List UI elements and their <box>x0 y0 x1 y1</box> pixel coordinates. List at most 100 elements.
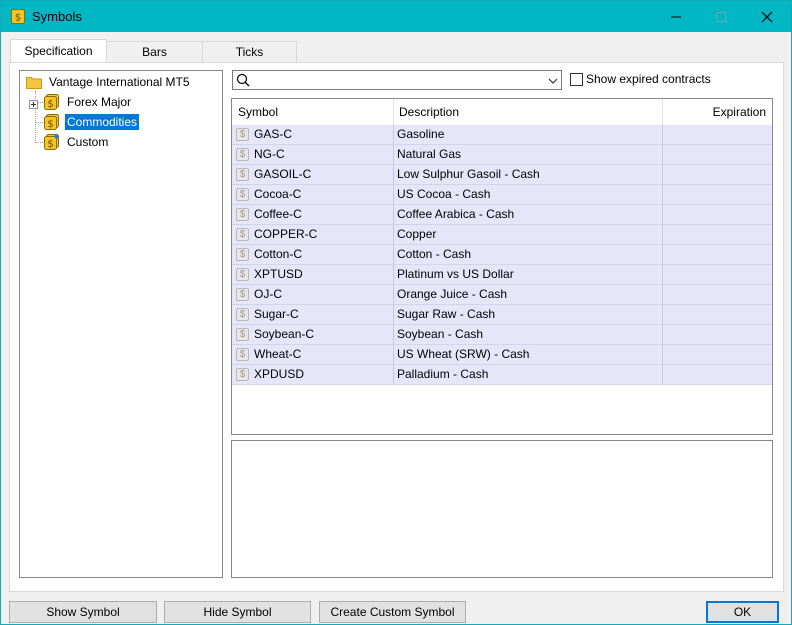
tree-item-root[interactable]: Vantage International MT5 <box>26 73 192 91</box>
cell-expiration <box>663 265 772 284</box>
cell-description: US Cocoa - Cash <box>394 185 663 204</box>
cell-expiration <box>663 365 772 384</box>
cell-expiration <box>663 245 772 264</box>
cell-description-text: Low Sulphur Gasoil - Cash <box>397 167 540 181</box>
symbol-dollar-icon: $ <box>236 168 249 181</box>
column-header-expiration[interactable]: Expiration <box>663 99 772 125</box>
table-row[interactable]: Sugar-C $ Sugar Raw - Cash <box>232 305 772 325</box>
cell-symbol: Cotton-C $ <box>232 245 394 264</box>
cell-symbol-text: OJ-C <box>254 287 282 301</box>
symbol-dollar-icon: $ <box>236 208 249 221</box>
create-custom-symbol-button[interactable]: Create Custom Symbol <box>319 601 466 623</box>
table-row[interactable]: GASOIL-C $ Low Sulphur Gasoil - Cash <box>232 165 772 185</box>
title-bar[interactable]: $ Symbols <box>1 1 791 32</box>
table-header: Symbol Description Expiration <box>232 99 772 125</box>
cell-symbol-text: Sugar-C <box>254 307 299 321</box>
dollar-group-icon: $ <box>44 94 59 110</box>
table-row[interactable]: OJ-C $ Orange Juice - Cash <box>232 285 772 305</box>
cell-symbol-text: XPTUSD <box>254 267 303 281</box>
cell-symbol-text: GASOIL-C <box>254 167 312 181</box>
cell-expiration <box>663 145 772 164</box>
tree-item-custom[interactable]: $ Custom <box>44 133 110 151</box>
symbols-table[interactable]: Symbol Description Expiration GAS-C $ Gaso… <box>231 98 773 435</box>
search-input[interactable] <box>255 72 535 88</box>
cell-description: Copper <box>394 225 663 244</box>
table-row[interactable]: Soybean-C $ Soybean - Cash <box>232 325 772 345</box>
tab-ticks[interactable]: Ticks <box>202 41 297 62</box>
cell-description: Platinum vs US Dollar <box>394 265 663 284</box>
cell-symbol: Wheat-C $ <box>232 345 394 364</box>
svg-text:$: $ <box>47 99 53 110</box>
cell-expiration <box>663 185 772 204</box>
cell-description: Gasoline <box>394 125 663 144</box>
cell-description-text: Gasoline <box>397 127 445 141</box>
table-row[interactable]: NG-C $ Natural Gas <box>232 145 772 165</box>
cell-description-text: Coffee Arabica - Cash <box>397 207 515 221</box>
column-header-symbol[interactable]: Symbol <box>232 99 394 125</box>
symbol-dollar-icon: $ <box>236 188 249 201</box>
table-row[interactable]: XPTUSD $ Platinum vs US Dollar <box>232 265 772 285</box>
cell-symbol: XPTUSD $ <box>232 265 394 284</box>
cell-symbol-text: COPPER-C <box>254 227 318 241</box>
table-row[interactable]: COPPER-C $ Copper <box>232 225 772 245</box>
table-row[interactable]: Cocoa-C $ US Cocoa - Cash <box>232 185 772 205</box>
symbol-search-combobox[interactable] <box>232 70 562 90</box>
symbol-dollar-icon: $ <box>236 228 249 241</box>
cell-description: US Wheat (SRW) - Cash <box>394 345 663 364</box>
tab-specification[interactable]: Specification <box>10 39 107 62</box>
expand-plus-icon[interactable] <box>29 98 38 109</box>
maximize-button[interactable] <box>698 1 744 32</box>
chevron-down-icon[interactable] <box>548 75 558 89</box>
cell-description: Natural Gas <box>394 145 663 164</box>
svg-text:$: $ <box>15 13 21 24</box>
symbol-dollar-icon: $ <box>236 368 249 381</box>
dollar-group-icon: $ <box>44 114 59 130</box>
table-row[interactable]: Cotton-C $ Cotton - Cash <box>232 245 772 265</box>
minimize-icon <box>671 16 681 17</box>
hide-symbol-button[interactable]: Hide Symbol <box>164 601 311 623</box>
cell-symbol: Coffee-C $ <box>232 205 394 224</box>
symbols-window: $ Symbols Specification Bars Ticks Vanta… <box>0 0 792 625</box>
cell-description: Soybean - Cash <box>394 325 663 344</box>
symbol-dollar-icon: $ <box>236 268 249 281</box>
cell-expiration <box>663 305 772 324</box>
cell-description-text: Cotton - Cash <box>397 247 472 261</box>
tree-item-commodities[interactable]: $ Commodities <box>44 113 140 131</box>
dollar-app-icon: $ <box>11 9 25 24</box>
cell-symbol: Cocoa-C $ <box>232 185 394 204</box>
cell-expiration <box>663 125 772 144</box>
svg-text:$: $ <box>47 119 53 130</box>
symbol-group-tree[interactable]: Vantage International MT5 $ Forex Major … <box>19 70 223 578</box>
close-button[interactable] <box>744 1 790 32</box>
tree-label-forex-major: Forex Major <box>67 95 132 109</box>
cell-symbol: Sugar-C $ <box>232 305 394 324</box>
tab-bars[interactable]: Bars <box>106 41 203 62</box>
tree-label-root: Vantage International MT5 <box>49 75 190 89</box>
cell-symbol: Soybean-C $ <box>232 325 394 344</box>
tree-item-forex-major[interactable]: $ Forex Major <box>29 93 133 111</box>
tree-label-commodities: Commodities <box>65 114 140 130</box>
table-row[interactable]: Coffee-C $ Coffee Arabica - Cash <box>232 205 772 225</box>
ok-button[interactable]: OK <box>706 601 779 623</box>
minimize-button[interactable] <box>653 1 699 32</box>
symbol-dollar-icon: $ <box>236 308 249 321</box>
cell-description: Orange Juice - Cash <box>394 285 663 304</box>
tree-label-custom: Custom <box>67 135 109 149</box>
cell-symbol-text: Soybean-C <box>254 327 315 341</box>
cell-description-text: Orange Juice - Cash <box>397 287 508 301</box>
table-row[interactable]: XPDUSD $ Palladium - Cash <box>232 365 772 385</box>
folder-icon <box>26 75 42 89</box>
cell-description-text: Copper <box>397 227 437 241</box>
cell-description-text: US Wheat (SRW) - Cash <box>397 347 530 361</box>
table-row[interactable]: GAS-C $ Gasoline <box>232 125 772 145</box>
column-header-description[interactable]: Description <box>394 99 663 125</box>
table-row[interactable]: Wheat-C $ US Wheat (SRW) - Cash <box>232 345 772 365</box>
symbol-dollar-icon: $ <box>236 248 249 261</box>
cell-description: Sugar Raw - Cash <box>394 305 663 324</box>
show-expired-checkbox[interactable] <box>570 73 583 86</box>
cell-description-text: Natural Gas <box>397 147 462 161</box>
symbol-dollar-icon: $ <box>236 288 249 301</box>
show-expired-label[interactable]: Show expired contracts <box>586 72 711 86</box>
cell-description-text: Platinum vs US Dollar <box>397 267 514 281</box>
show-symbol-button[interactable]: Show Symbol <box>9 601 157 623</box>
